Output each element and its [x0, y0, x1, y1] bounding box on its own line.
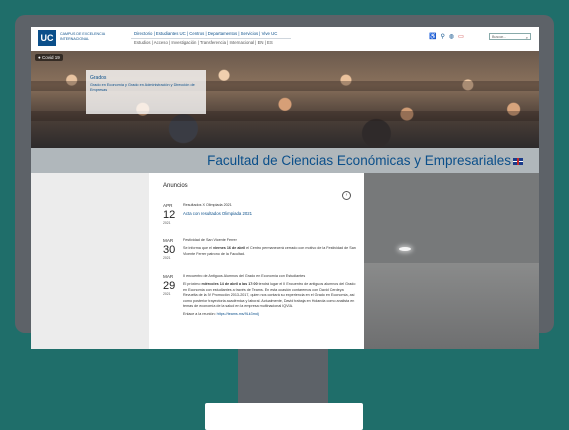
faculty-title-text: Facultad de Ciencias Económicas y Empres…: [207, 153, 511, 168]
announcement-month: APR: [163, 203, 173, 208]
announcement-body: II encuentro de Antiguos Alumnos del Gra…: [183, 274, 359, 321]
announcement-day: 12: [163, 209, 176, 221]
globe-icon[interactable]: ◍: [449, 34, 458, 40]
announcement-body: Festividad de San Vicente Ferrer Se info…: [183, 238, 359, 260]
grados-card: Grados Grado en Economía y Grado en Admi…: [86, 70, 206, 114]
campus-label: CAMPUS DE EXCELENCIA INTERNACIONAL: [60, 32, 105, 41]
left-panel: [31, 173, 149, 349]
uk-flag-icon[interactable]: [513, 157, 523, 165]
announcement-title: Festividad de San Vicente Ferrer: [183, 238, 237, 242]
grados-link[interactable]: Grado en Economía y Grado en Administrac…: [90, 83, 202, 93]
announcement-text-start: El próximo: [183, 282, 202, 287]
announcement-year: 2021: [163, 256, 171, 260]
header-tools: ♿⚲◍▭: [429, 33, 468, 40]
nav-divider: [131, 38, 291, 39]
meeting-link[interactable]: https://teams.ms/9Lk3mdj: [217, 312, 259, 316]
secondary-nav[interactable]: Estudios | Acceso | Investigación | Tran…: [134, 40, 273, 45]
monitor-base: [205, 403, 363, 430]
announcement-item: MAR 29 2021 II encuentro de Antiguos Alu…: [163, 274, 355, 349]
covid-label: Covid 19: [41, 55, 60, 60]
announcement-date-bold: viernes 16 de abril: [212, 246, 246, 251]
announcement-item: APR 12 2021 Resultados X Olimpiada 2021 …: [163, 203, 353, 233]
announcement-body: Resultados X Olimpiada 2021 Acta con res…: [183, 203, 359, 220]
announcement-meeting: Enlace a la reunión: https://teams.ms/9L…: [183, 312, 359, 317]
announcements-heading: Anuncios: [163, 183, 188, 189]
announcement-title: Resultados X Olimpiada 2021: [183, 203, 232, 207]
photo-floor: [364, 263, 539, 349]
browser-screen: UC CAMPUS DE EXCELENCIA INTERNACIONAL Di…: [31, 27, 539, 349]
announcement-month: MAR: [163, 238, 174, 243]
announcement-year: 2021: [163, 221, 171, 225]
announcement-month: MAR: [163, 274, 174, 279]
hero-banner: ● Covid 19 Grados Grado en Economía y Gr…: [31, 51, 539, 148]
meeting-link-label: Enlace a la reunión:: [183, 312, 217, 317]
announcement-text: El próximo miércoles 14 de abril a las 1…: [183, 282, 359, 309]
announcement-text-start: Se informa que el: [183, 246, 213, 251]
announcement-item: MAR 30 2021 Festividad de San Vicente Fe…: [163, 238, 356, 268]
announcement-title: II encuentro de Antiguos Alumnos del Gra…: [183, 274, 306, 278]
announcement-day: 30: [163, 244, 176, 256]
light-glare: [399, 247, 411, 251]
location-icon[interactable]: ⚲: [440, 34, 448, 40]
covid-badge[interactable]: ● Covid 19: [35, 54, 63, 61]
faculty-band: Facultad de Ciencias Económicas y Empres…: [31, 148, 539, 173]
site-header: UC CAMPUS DE EXCELENCIA INTERNACIONAL Di…: [31, 27, 539, 51]
announcement-date-bold: miércoles 14 de abril a las 17:00: [201, 282, 258, 287]
announcement-year: 2021: [163, 292, 171, 296]
announcement-link[interactable]: Acta con resultados Olimpiada 2021: [183, 211, 359, 216]
announcements-section: Anuncios › APR 12 2021 Resultados X Olim…: [149, 173, 364, 349]
primary-nav[interactable]: Directorio | Estudiantes UC | Centros | …: [134, 31, 277, 36]
side-photo: [364, 173, 539, 349]
screen-icon[interactable]: ▭: [458, 34, 468, 40]
search-placeholder: Buscar...: [492, 35, 506, 39]
faculty-title: Facultad de Ciencias Económicas y Empres…: [207, 153, 523, 168]
uc-logo[interactable]: UC: [38, 30, 56, 46]
search-input[interactable]: Buscar... ⌕: [489, 33, 531, 40]
announcement-day: 29: [163, 280, 176, 292]
arrow-right-icon[interactable]: ›: [342, 191, 351, 200]
search-icon[interactable]: ⌕: [526, 34, 528, 41]
accessibility-icon[interactable]: ♿: [429, 34, 440, 40]
announcement-text: Se informa que el viernes 16 de abril el…: [183, 246, 359, 257]
grados-title: Grados: [90, 75, 107, 81]
